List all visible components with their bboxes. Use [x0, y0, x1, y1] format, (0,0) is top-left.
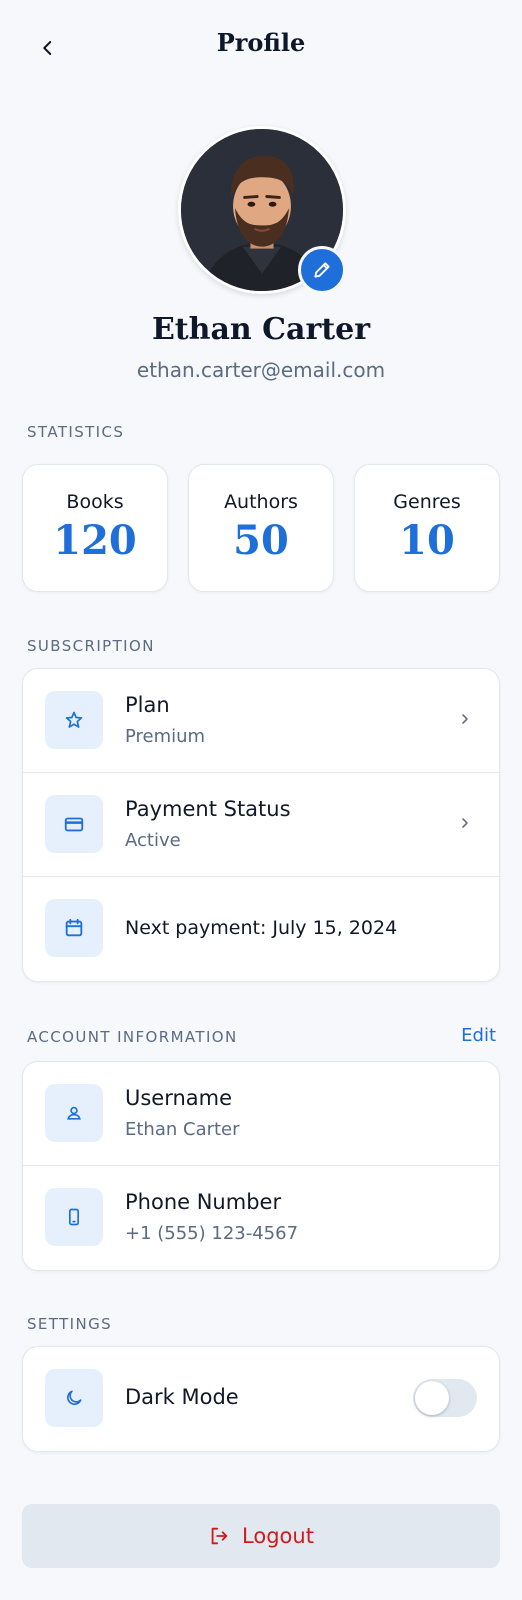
section-label-subscription: SUBSCRIPTION [27, 637, 155, 655]
pencil-icon [314, 262, 330, 278]
chevron-right-icon [462, 818, 468, 828]
username-value: Ethan Carter [125, 1119, 240, 1140]
icon-box [45, 1084, 103, 1142]
avatar-container [178, 126, 346, 294]
payment-status-value: Active [125, 830, 181, 851]
username-title: Username [125, 1086, 233, 1110]
stat-card-authors: Authors 50 [188, 464, 334, 592]
stat-card-genres: Genres 10 [354, 464, 500, 592]
edit-account-button[interactable]: Edit [461, 1025, 496, 1046]
next-payment-text: Next payment: July 15, 2024 [125, 917, 398, 939]
page-title: Profile [216, 28, 306, 57]
stat-value: 120 [53, 517, 137, 564]
stat-label: Genres [393, 491, 461, 513]
user-icon [67, 1106, 81, 1120]
phone-icon [69, 1208, 79, 1226]
username-row[interactable]: Username Ethan Carter [23, 1062, 499, 1166]
icon-box [45, 1369, 103, 1427]
section-label-settings: SETTINGS [27, 1315, 113, 1333]
phone-value: +1 (555) 123-4567 [125, 1223, 299, 1244]
stat-card-books: Books 120 [22, 464, 168, 592]
subscription-card: Plan Premium Payment Status Active Next … [22, 668, 500, 982]
user-email: ethan.carter@email.com [136, 358, 386, 382]
stat-label: Authors [224, 491, 298, 513]
account-card: Username Ethan Carter Phone Number +1 (5… [22, 1061, 500, 1271]
section-label-statistics: STATISTICS [27, 423, 125, 441]
phone-row[interactable]: Phone Number +1 (555) 123-4567 [23, 1166, 499, 1270]
dark-mode-label: Dark Mode [125, 1385, 239, 1409]
next-payment-row: Next payment: July 15, 2024 [23, 877, 499, 981]
icon-box [45, 795, 103, 853]
top-bar: Profile [0, 0, 522, 96]
chevron-right-icon [462, 714, 468, 724]
icon-box [45, 691, 103, 749]
moon-icon [67, 1390, 82, 1405]
plan-row[interactable]: Plan Premium [23, 669, 499, 773]
logout-label: Logout [242, 1524, 314, 1548]
stat-value: 50 [233, 517, 289, 564]
settings-card: Dark Mode [22, 1346, 500, 1452]
section-label-account: ACCOUNT INFORMATION [27, 1028, 238, 1046]
star-icon [65, 711, 83, 728]
dark-mode-row: Dark Mode [23, 1347, 499, 1451]
user-name: Ethan Carter [151, 312, 371, 347]
payment-status-row[interactable]: Payment Status Active [23, 773, 499, 877]
credit-card-icon [64, 817, 84, 832]
edit-avatar-button[interactable] [298, 246, 346, 294]
calendar-icon [65, 918, 83, 937]
logout-icon [211, 1527, 228, 1545]
icon-box [45, 1188, 103, 1246]
logout-button[interactable]: Logout [22, 1504, 500, 1568]
dark-mode-toggle[interactable] [413, 1379, 477, 1417]
payment-status-title: Payment Status [125, 797, 291, 821]
toggle-knob [415, 1381, 449, 1415]
phone-title: Phone Number [125, 1190, 282, 1214]
stat-value: 10 [399, 517, 455, 564]
stat-label: Books [66, 491, 124, 513]
icon-box [45, 899, 103, 957]
plan-value: Premium [125, 726, 206, 747]
plan-title: Plan [125, 693, 170, 717]
